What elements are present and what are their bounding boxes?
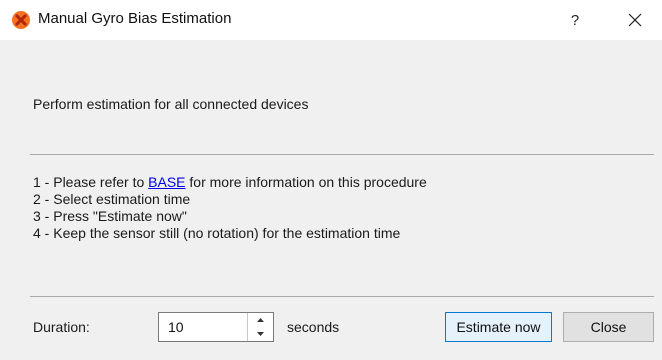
- estimate-now-button[interactable]: Estimate now: [445, 312, 552, 342]
- close-button[interactable]: Close: [563, 312, 654, 342]
- gyro-bias-dialog: Manual Gyro Bias Estimation ? Perform es…: [0, 0, 662, 360]
- window-title: Manual Gyro Bias Estimation: [38, 10, 232, 27]
- instruction-step-2: 2 - Select estimation time: [33, 191, 191, 207]
- divider: [30, 154, 654, 155]
- instructions-list: 1 - Please refer to BASE for more inform…: [33, 174, 427, 242]
- chevron-down-icon: [257, 332, 264, 336]
- help-button[interactable]: ?: [552, 0, 598, 40]
- spin-buttons: [247, 313, 273, 341]
- seconds-label: seconds: [287, 319, 340, 335]
- title-bar: Manual Gyro Bias Estimation ?: [0, 0, 662, 40]
- instruction-step-1: 1 - Please refer to BASE for more inform…: [33, 174, 427, 191]
- spin-down-button[interactable]: [248, 327, 273, 341]
- divider: [30, 296, 654, 297]
- duration-spinbox[interactable]: [158, 312, 274, 342]
- duration-label: Duration:: [33, 319, 90, 335]
- base-link[interactable]: BASE: [148, 174, 185, 190]
- window-close-button[interactable]: [612, 0, 658, 40]
- dialog-heading: Perform estimation for all connected dev…: [33, 96, 309, 112]
- instruction-step-4: 4 - Keep the sensor still (no rotation) …: [33, 225, 401, 241]
- spin-up-button[interactable]: [248, 313, 273, 327]
- chevron-up-icon: [257, 318, 264, 322]
- instruction-step-3: 3 - Press "Estimate now": [33, 208, 187, 224]
- app-icon: [12, 11, 30, 29]
- close-icon: [628, 13, 642, 27]
- duration-input[interactable]: [159, 313, 247, 341]
- step-1-suffix: for more information on this procedure: [185, 174, 427, 190]
- step-1-prefix: 1 - Please refer to: [33, 174, 149, 190]
